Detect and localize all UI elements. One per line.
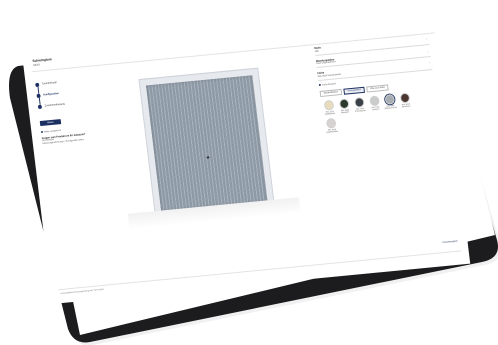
door-preview: [111, 57, 301, 230]
chevron-down-icon: ⌄: [426, 49, 430, 53]
configurator-screen: Schwingtore N80/D Torantriebsstil Konfig…: [22, 13, 471, 304]
swatch-label: RAL 7016 Anthrazitgrau: [355, 107, 366, 113]
chevron-up-icon: ⌃: [428, 62, 431, 66]
step-dot-icon: [37, 104, 43, 110]
garage-door-image: [145, 75, 268, 212]
swatch-grid: RAL 1015 Hellelfenbein RAL 6005 Moosgrün…: [321, 90, 439, 135]
price-note: Unverbindliche Preisempfehlung inkl. 19 …: [60, 288, 105, 296]
color-swatch[interactable]: RAL 7016 Anthrazitgrau: [351, 96, 368, 113]
swatch-label: RAL 9016 Verkehrsweiss: [326, 129, 339, 135]
door-handle-icon: [206, 156, 210, 159]
brand-subtitle: N80/D: [32, 63, 41, 68]
options-panel: Motiv N80 ⌄ Wandungslabor Nach Originalr…: [314, 35, 439, 135]
tab-preferred[interactable]: Vorzugsfarben: [343, 86, 366, 95]
swatch-label: RAL 6005 Moosgrün: [340, 109, 350, 115]
swatch-chip: [338, 97, 350, 109]
compare-products-link[interactable]: Produktvergleich: [442, 241, 458, 244]
swatch-chip: [384, 93, 396, 105]
step-label: Konfiguration: [43, 91, 60, 97]
tablet-mockup: Schwingtore N80/D Torantriebsstil Konfig…: [0, 0, 498, 345]
swatch-chip: [399, 92, 411, 103]
swatch-label: RAL 7035 Lichtgrau: [371, 106, 380, 112]
chevron-down-icon: ⌄: [425, 37, 428, 41]
swatch-chip: [325, 117, 337, 129]
step-list: Torantriebsstil Konfiguration Zusammenfa…: [35, 78, 91, 116]
compare-label: Aktion vergleichen: [44, 129, 62, 134]
next-button[interactable]: Weiter: [39, 119, 62, 127]
step-label: Torantriebsstil: [41, 81, 57, 86]
tab-ral-choice[interactable]: RAL nach Wahl: [366, 83, 389, 93]
swatch-label: RAL 9006 Weißaluminium: [384, 104, 398, 110]
swatch-label: RAL 1015 Hellelfenbein: [324, 110, 336, 116]
color-swatch[interactable]: RAL 8028 Terrabraun: [397, 92, 414, 109]
swatch-chip: [323, 99, 335, 111]
tab-standard[interactable]: Standardfarben: [319, 88, 343, 97]
brand-title: Schwingtore: [32, 57, 53, 64]
color-swatch[interactable]: RAL 9016 Verkehrsweiss: [323, 117, 340, 135]
step-label: Zusammenfassung: [44, 102, 66, 108]
swatch-chip: [369, 95, 380, 106]
info-block: Aktion vergleichen Fragen zum Produkt im…: [40, 126, 100, 146]
door-frame: [138, 67, 275, 214]
color-option-label: Farbe Auswahl: [322, 82, 337, 87]
swatch-label: RAL 8028 Terrabraun: [401, 103, 411, 109]
swatch-chip: [354, 96, 365, 108]
